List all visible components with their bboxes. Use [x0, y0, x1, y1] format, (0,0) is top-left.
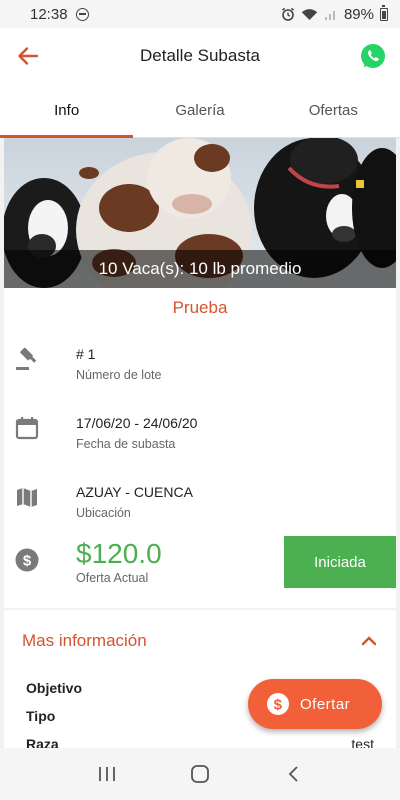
location-value: AZUAY - CUENCA [76, 484, 193, 500]
status-time: 12:38 [30, 5, 68, 23]
wifi-icon [301, 8, 318, 20]
calendar-icon [15, 417, 39, 440]
system-nav-bar [0, 748, 400, 800]
location-row: AZUAY - CUENCA Ubicación [4, 478, 396, 528]
detail-label-tipo: Tipo [26, 708, 56, 724]
current-offer-price: $120.0 [76, 538, 162, 569]
detail-label-objetivo: Objetivo [26, 680, 83, 696]
more-info-header[interactable]: Mas información [4, 610, 396, 672]
lot-number-value: # 1 [76, 346, 96, 362]
dates-value: 17/06/20 - 24/06/20 [76, 415, 198, 431]
dollar-icon: $ [267, 693, 289, 715]
lot-number-row: # 1 Número de lote [4, 340, 396, 390]
lot-name: Prueba [172, 298, 228, 317]
hero-image[interactable]: 10 Vaca(s): 10 lb promedio [4, 138, 396, 288]
app-bar: Detalle Subasta [0, 28, 400, 84]
chevron-left-icon [289, 766, 298, 782]
arrow-left-icon [18, 47, 39, 65]
home-icon [191, 765, 209, 783]
location-label: Ubicación [76, 506, 131, 520]
hero-caption: 10 Vaca(s): 10 lb promedio [4, 250, 396, 288]
ofertar-label: Ofertar [300, 695, 351, 713]
back-button[interactable] [0, 28, 56, 84]
lot-number-label: Número de lote [76, 368, 162, 382]
status-bar: 12:38 89% [0, 0, 400, 28]
whatsapp-button[interactable] [358, 41, 388, 71]
signal-icon [324, 10, 335, 20]
detail-value-raza: test [351, 736, 374, 748]
tab-galeria[interactable]: Galería [133, 84, 266, 137]
battery-percent: 89% [343, 5, 374, 23]
recent-apps-button[interactable] [87, 754, 127, 794]
alarm-icon [281, 7, 294, 21]
svg-text:$: $ [23, 553, 32, 570]
dollar-icon: $ [15, 548, 39, 572]
content-scroll[interactable]: 10 Vaca(s): 10 lb promedio Prueba # 1 Nú… [0, 138, 400, 748]
price-row: $ $120.0 Oferta Actual Iniciada [4, 536, 396, 590]
tab-bar: Info Galería Ofertas [0, 84, 400, 138]
current-offer-label: Oferta Actual [76, 571, 149, 585]
home-button[interactable] [180, 754, 220, 794]
map-icon [17, 488, 37, 507]
dates-row: 17/06/20 - 24/06/20 Fecha de subasta [4, 409, 396, 459]
more-info-title: Mas información [22, 631, 147, 650]
chevron-up-icon [361, 636, 377, 646]
tab-ofertas[interactable]: Ofertas [267, 84, 400, 137]
recents-icon [98, 767, 115, 781]
battery-icon [380, 4, 388, 21]
dnd-icon [75, 7, 89, 21]
whatsapp-icon [361, 44, 385, 68]
detail-label-raza: Raza [26, 736, 59, 748]
dates-label: Fecha de subasta [76, 437, 176, 451]
tab-info[interactable]: Info [0, 84, 134, 138]
system-back-button[interactable] [273, 754, 313, 794]
status-button[interactable]: Iniciada [284, 536, 396, 588]
svg-text:$: $ [274, 697, 283, 714]
auction-card: 10 Vaca(s): 10 lb promedio Prueba # 1 Nú… [4, 138, 396, 608]
status-icons: 89% [281, 4, 388, 23]
page-title: Detalle Subasta [139, 46, 261, 65]
ofertar-button[interactable]: $ Ofertar [248, 679, 382, 729]
gavel-icon [16, 347, 37, 370]
